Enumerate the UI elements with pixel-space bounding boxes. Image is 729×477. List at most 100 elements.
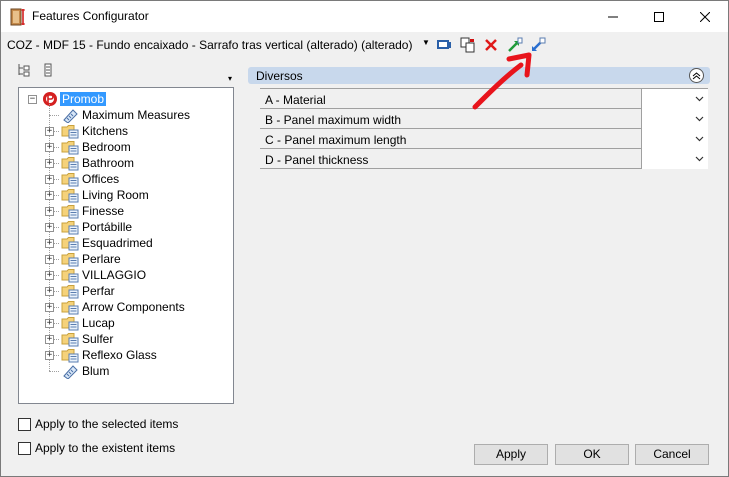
item-selector[interactable]: COZ - MDF 15 - Fundo encaixado - Sarrafo… — [7, 38, 412, 52]
title-bar[interactable]: Features Configurator — [1, 1, 728, 32]
tree-item-label: Finesse — [82, 204, 125, 218]
feature-tree[interactable]: − Promob Maximum Measures + Kitchens + Bedro… — [18, 87, 234, 404]
property-label: D - Panel thickness — [265, 153, 369, 167]
folder-icon — [61, 269, 79, 283]
tree-item[interactable]: + Perfar — [19, 283, 233, 299]
tree-item[interactable]: + Esquadrimed — [19, 235, 233, 251]
tree-item-label: Lucap — [82, 316, 115, 330]
property-label: C - Panel maximum length — [265, 133, 407, 147]
tree-item[interactable]: + Living Room — [19, 187, 233, 203]
tree-item-label: Promob — [60, 92, 107, 106]
tree-item-label: Maximum Measures — [82, 108, 191, 122]
property-row[interactable]: C - Panel maximum length — [260, 129, 708, 149]
apply-existent-label: Apply to the existent items — [35, 441, 176, 455]
tree-expander[interactable]: + — [45, 175, 54, 184]
tree-item-root[interactable]: − Promob — [19, 91, 233, 107]
property-value-dropdown[interactable] — [641, 109, 708, 129]
folder-icon — [61, 237, 79, 251]
tree-item-label: VILLAGGIO — [82, 268, 147, 282]
collapse-group-icon[interactable] — [689, 68, 704, 83]
property-value-dropdown[interactable] — [641, 89, 708, 109]
folder-icon — [61, 349, 79, 363]
folder-icon — [61, 125, 79, 139]
chevron-down-icon[interactable] — [695, 114, 704, 123]
apply-existent-checkbox[interactable] — [18, 441, 31, 455]
folder-icon — [61, 253, 79, 267]
property-label: A - Material — [265, 93, 326, 107]
tree-item-label: Perlare — [82, 252, 121, 266]
measure-tag-icon — [63, 365, 78, 379]
tree-item[interactable]: + Portábille — [19, 219, 233, 235]
tree-item[interactable]: Blum — [19, 363, 233, 379]
tree-expander[interactable]: + — [45, 159, 54, 168]
tree-expander[interactable]: + — [45, 287, 54, 296]
property-value-dropdown[interactable] — [641, 149, 708, 169]
tree-item[interactable]: + Finesse — [19, 203, 233, 219]
tree-item-label: Living Room — [82, 188, 149, 202]
close-icon — [700, 11, 710, 22]
tree-expander[interactable]: + — [45, 223, 54, 232]
tree-connector-line — [49, 371, 59, 372]
measure-tag-icon — [63, 109, 78, 123]
tree-item-label: Bedroom — [82, 140, 131, 154]
tree-expander[interactable]: + — [45, 207, 54, 216]
maximize-button[interactable] — [636, 1, 682, 32]
tree-expander[interactable]: + — [45, 303, 54, 312]
tree-item[interactable]: + Bathroom — [19, 155, 233, 171]
property-label: B - Panel maximum width — [265, 113, 402, 127]
chevron-down-icon[interactable] — [695, 94, 704, 103]
folder-icon — [61, 173, 79, 187]
tree-item[interactable]: Maximum Measures — [19, 107, 233, 123]
promob-logo-icon — [43, 92, 57, 106]
chevron-down-icon[interactable] — [695, 134, 704, 143]
tree-expander[interactable]: + — [45, 191, 54, 200]
ok-button[interactable]: OK — [555, 444, 629, 465]
tree-expander[interactable]: + — [45, 271, 54, 280]
tree-expander[interactable]: + — [45, 143, 54, 152]
close-button[interactable] — [682, 1, 728, 32]
tree-item-label: Bathroom — [82, 156, 135, 170]
tree-item-label: Esquadrimed — [82, 236, 153, 250]
apply-existent-option[interactable]: Apply to the existent items — [18, 440, 175, 456]
tree-item-label: Offices — [82, 172, 120, 186]
tree-expander[interactable]: − — [28, 95, 37, 104]
tree-item[interactable]: + Reflexo Glass — [19, 347, 233, 363]
tree-item[interactable]: + Offices — [19, 171, 233, 187]
tree-item[interactable]: + Lucap — [19, 315, 233, 331]
folder-icon — [61, 301, 79, 315]
item-selector-row: COZ - MDF 15 - Fundo encaixado - Sarrafo… — [1, 34, 728, 56]
cancel-button[interactable]: Cancel — [635, 444, 709, 465]
property-value-dropdown[interactable] — [641, 129, 708, 149]
folder-icon — [61, 285, 79, 299]
folder-icon — [61, 317, 79, 331]
tree-expander[interactable]: + — [45, 351, 54, 360]
tree-item[interactable]: + Bedroom — [19, 139, 233, 155]
tree-item[interactable]: + Perlare — [19, 251, 233, 267]
tree-item[interactable]: + Sulfer — [19, 331, 233, 347]
hierarchy-icon[interactable] — [41, 63, 55, 77]
folder-icon — [61, 189, 79, 203]
tree-item[interactable]: + VILLAGGIO — [19, 267, 233, 283]
tree-item-label: Kitchens — [82, 124, 129, 138]
collapse-tree-icon[interactable] — [17, 63, 31, 77]
property-row[interactable]: D - Panel thickness — [260, 149, 708, 169]
tree-expander[interactable]: + — [45, 239, 54, 248]
folder-icon — [61, 205, 79, 219]
annotation-arrow-icon — [472, 52, 532, 110]
folder-icon — [61, 141, 79, 155]
tree-expander[interactable]: + — [45, 127, 54, 136]
apply-selected-option[interactable]: Apply to the selected items — [18, 416, 178, 432]
tree-expander[interactable]: + — [45, 255, 54, 264]
tree-expander[interactable]: + — [45, 319, 54, 328]
chevron-down-icon[interactable]: ▼ — [422, 38, 430, 47]
minimize-button[interactable] — [590, 1, 636, 32]
tree-item[interactable]: + Arrow Components — [19, 299, 233, 315]
apply-selected-checkbox[interactable] — [18, 417, 31, 431]
tree-item-label: Perfar — [82, 284, 115, 298]
apply-button[interactable]: Apply — [474, 444, 548, 465]
tree-expander[interactable]: + — [45, 335, 54, 344]
chevron-down-icon[interactable] — [695, 154, 704, 163]
tree-options-dropdown[interactable]: ▾ — [225, 74, 235, 84]
tree-item[interactable]: + Kitchens — [19, 123, 233, 139]
screen-icon[interactable] — [436, 37, 452, 53]
